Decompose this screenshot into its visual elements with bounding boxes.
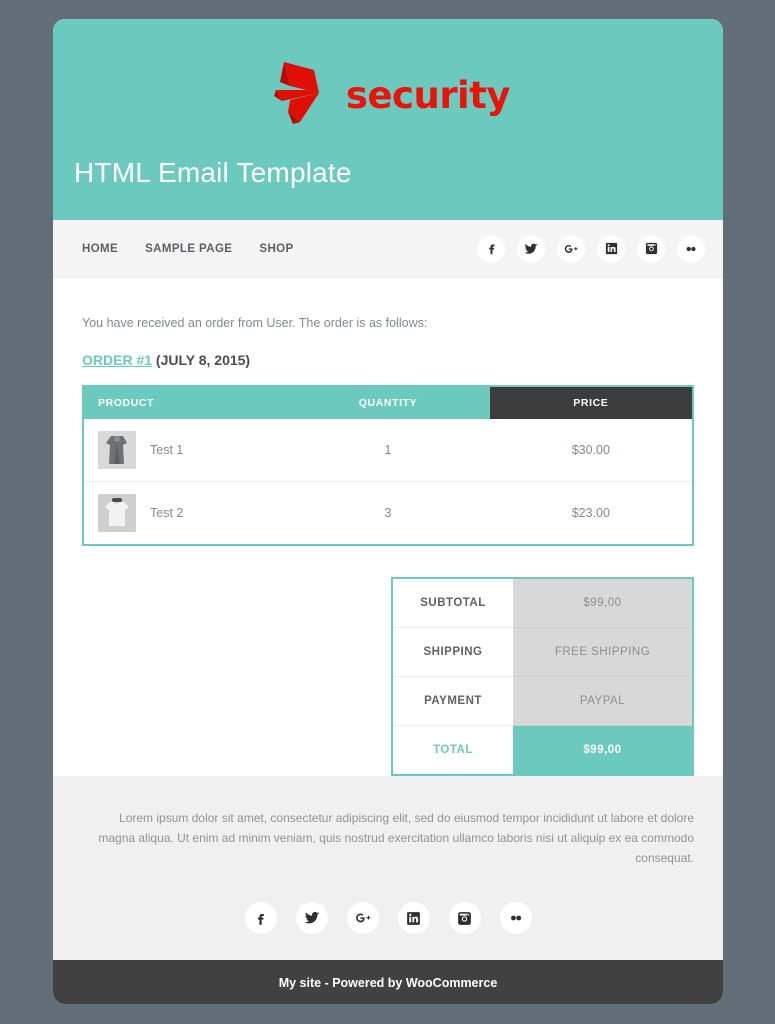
logo-wordmark: security (345, 73, 511, 117)
footer-social-links (82, 902, 694, 935)
column-header-product: PRODUCT (83, 386, 287, 419)
order-heading: ORDER #1 (JULY 8, 2015) (82, 352, 694, 368)
product-name: Test 1 (150, 443, 184, 457)
linkedin-icon[interactable] (597, 234, 625, 263)
email-header: security HTML Email Template (53, 19, 723, 220)
order-items-body: Test 1 1 $30.00 Test 2 3 $23.00 (83, 419, 693, 545)
product-cell-inner: Test 2 (98, 494, 272, 532)
product-quantity: 1 (286, 419, 490, 482)
nav-links: HOME SAMPLE PAGE SHOP (82, 243, 294, 255)
order-items-header: PRODUCT QUANTITY PRICE (83, 386, 693, 419)
totals-label-total: TOTAL (392, 725, 513, 775)
facebook-icon[interactable] (477, 234, 505, 263)
product-cell-inner: Test 1 (98, 431, 272, 469)
order-totals-body: SUBTOTAL $99,00 SHIPPING FREE SHIPPING P… (392, 578, 693, 775)
totals-row-subtotal: SUBTOTAL $99,00 (392, 578, 693, 628)
intro-text: You have received an order from User. Th… (82, 316, 428, 330)
order-link[interactable]: ORDER #1 (82, 352, 152, 368)
email-footer: Lorem ipsum dolor sit amet, consectetur … (53, 776, 723, 961)
totals-row-shipping: SHIPPING FREE SHIPPING (392, 627, 693, 677)
totals-label-shipping: SHIPPING (392, 627, 513, 677)
security-logo-icon (273, 62, 319, 124)
navigation-bar: HOME SAMPLE PAGE SHOP (53, 220, 723, 278)
product-thumbnail-image (98, 431, 136, 469)
instagram-icon[interactable] (637, 234, 665, 263)
nav-item-sample-page[interactable]: SAMPLE PAGE (145, 243, 232, 255)
twitter-icon[interactable] (295, 902, 328, 935)
nav-item-home[interactable]: HOME (82, 243, 118, 255)
bottom-bar-text: My site - Powered by WooCommerce (278, 975, 498, 990)
footer-paragraph: Lorem ipsum dolor sit amet, consectetur … (98, 811, 694, 865)
bottom-bar: My site - Powered by WooCommerce (53, 960, 723, 1004)
totals-value-shipping: FREE SHIPPING (513, 627, 693, 677)
product-cell: Test 2 (83, 481, 287, 545)
email-template-card: security HTML Email Template HOME SAMPLE… (53, 19, 723, 1004)
totals-value-total: $99,00 (513, 725, 693, 775)
product-thumbnail-image (98, 494, 136, 532)
product-cell: Test 1 (83, 419, 287, 482)
email-body: You have received an order from User. Th… (53, 278, 723, 776)
totals-label-payment: PAYMENT (392, 676, 513, 726)
twitter-icon[interactable] (517, 234, 545, 263)
order-totals-wrap: SUBTOTAL $99,00 SHIPPING FREE SHIPPING P… (82, 577, 694, 776)
google-plus-icon[interactable] (557, 234, 585, 263)
nav-item-shop[interactable]: SHOP (259, 243, 293, 255)
facebook-icon[interactable] (244, 902, 277, 935)
product-quantity: 3 (286, 481, 490, 545)
header-social-links (477, 234, 705, 263)
product-name: Test 2 (150, 506, 184, 520)
totals-value-subtotal: $99,00 (513, 578, 693, 628)
brand-logo[interactable]: security (53, 52, 723, 134)
totals-label-subtotal: SUBTOTAL (392, 578, 513, 628)
flickr-icon[interactable] (499, 902, 532, 935)
table-header-row: PRODUCT QUANTITY PRICE (83, 386, 693, 419)
totals-row-total: TOTAL $99,00 (392, 725, 693, 775)
order-items-table: PRODUCT QUANTITY PRICE Test 1 1 $30.00 T… (82, 385, 694, 546)
instagram-icon[interactable] (448, 902, 481, 935)
totals-value-payment: PAYPAL (513, 676, 693, 726)
column-header-quantity: QUANTITY (286, 386, 490, 419)
product-price: $30.00 (489, 419, 693, 482)
page-title: HTML Email Template (74, 157, 352, 188)
table-row: Test 1 1 $30.00 (83, 419, 693, 482)
product-price: $23.00 (489, 481, 693, 545)
order-totals-table: SUBTOTAL $99,00 SHIPPING FREE SHIPPING P… (391, 577, 694, 776)
linkedin-icon[interactable] (397, 902, 430, 935)
table-row: Test 2 3 $23.00 (83, 481, 693, 545)
order-date: (JULY 8, 2015) (152, 352, 251, 368)
totals-row-payment: PAYMENT PAYPAL (392, 676, 693, 726)
flickr-icon[interactable] (677, 234, 705, 263)
google-plus-icon[interactable] (346, 902, 379, 935)
column-header-price: PRICE (489, 386, 693, 419)
